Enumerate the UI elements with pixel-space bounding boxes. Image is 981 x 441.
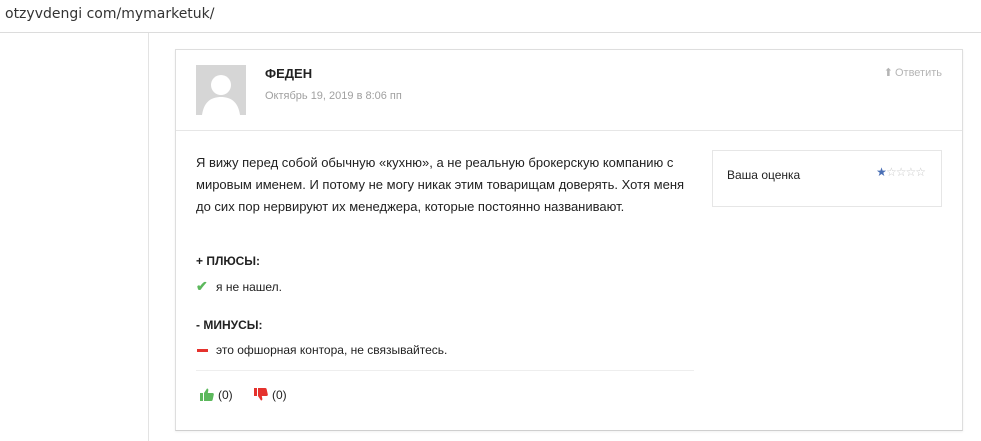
user-silhouette-icon [196, 65, 246, 115]
thumbs-up-icon [200, 388, 214, 401]
cons-item: это офшорная контора, не связывайтесь. [196, 343, 447, 357]
content-divider-line [148, 33, 149, 441]
star-icon[interactable]: ☆ [886, 165, 897, 179]
star-icon[interactable]: ☆ [915, 165, 926, 179]
minus-icon [197, 349, 208, 353]
dislike-count: (0) [272, 388, 287, 402]
pros-item: ✔ я не нашел. [196, 278, 282, 295]
address-bar[interactable]: otzyvdengi com/mymarketuk/ [0, 0, 981, 33]
thumbs-down-icon [254, 388, 268, 401]
review-text: Я вижу перед собой обычную «кухню», а не… [196, 155, 685, 214]
cons-title: - МИНУСЫ: [196, 318, 263, 332]
star-rating[interactable]: ★☆☆☆☆ [876, 165, 926, 179]
cons-item-text: это офшорная контора, не связывайтесь. [216, 343, 448, 357]
dislike-button[interactable]: (0) [254, 388, 287, 402]
pros-item-text: я не нашел. [216, 280, 283, 294]
star-icon[interactable]: ☆ [896, 165, 907, 179]
reply-label: Ответить [894, 67, 942, 79]
avatar [196, 65, 246, 115]
vote-bar: (0) (0) [200, 388, 305, 402]
star-icon[interactable]: ★ [876, 165, 887, 179]
url-text[interactable]: otzyvdengi com/mymarketuk/ [5, 6, 215, 22]
star-icon[interactable]: ☆ [905, 165, 916, 179]
review-date: Октябрь 19, 2019 в 8:06 пп [265, 90, 402, 102]
check-icon: ✔ [196, 278, 208, 294]
votes-divider [196, 370, 694, 371]
review-header: ФЕДЕН Октябрь 19, 2019 в 8:06 пп ⬆ Ответи… [176, 50, 962, 131]
review-card: ФЕДЕН Октябрь 19, 2019 в 8:06 пп ⬆ Ответи… [175, 49, 963, 431]
review-author: ФЕДЕН [265, 66, 313, 81]
rating-label: Ваша оценка [727, 168, 801, 182]
page-content: ФЕДЕН Октябрь 19, 2019 в 8:06 пп ⬆ Ответи… [0, 33, 981, 441]
like-button[interactable]: (0) [200, 388, 233, 402]
reply-link[interactable]: ⬆ Ответить [884, 66, 942, 79]
like-count: (0) [218, 388, 233, 402]
arrow-up-icon: ⬆ [883, 67, 893, 79]
pros-title: + ПЛЮСЫ: [196, 254, 261, 268]
rating-box: Ваша оценка ★☆☆☆☆ [712, 150, 942, 207]
